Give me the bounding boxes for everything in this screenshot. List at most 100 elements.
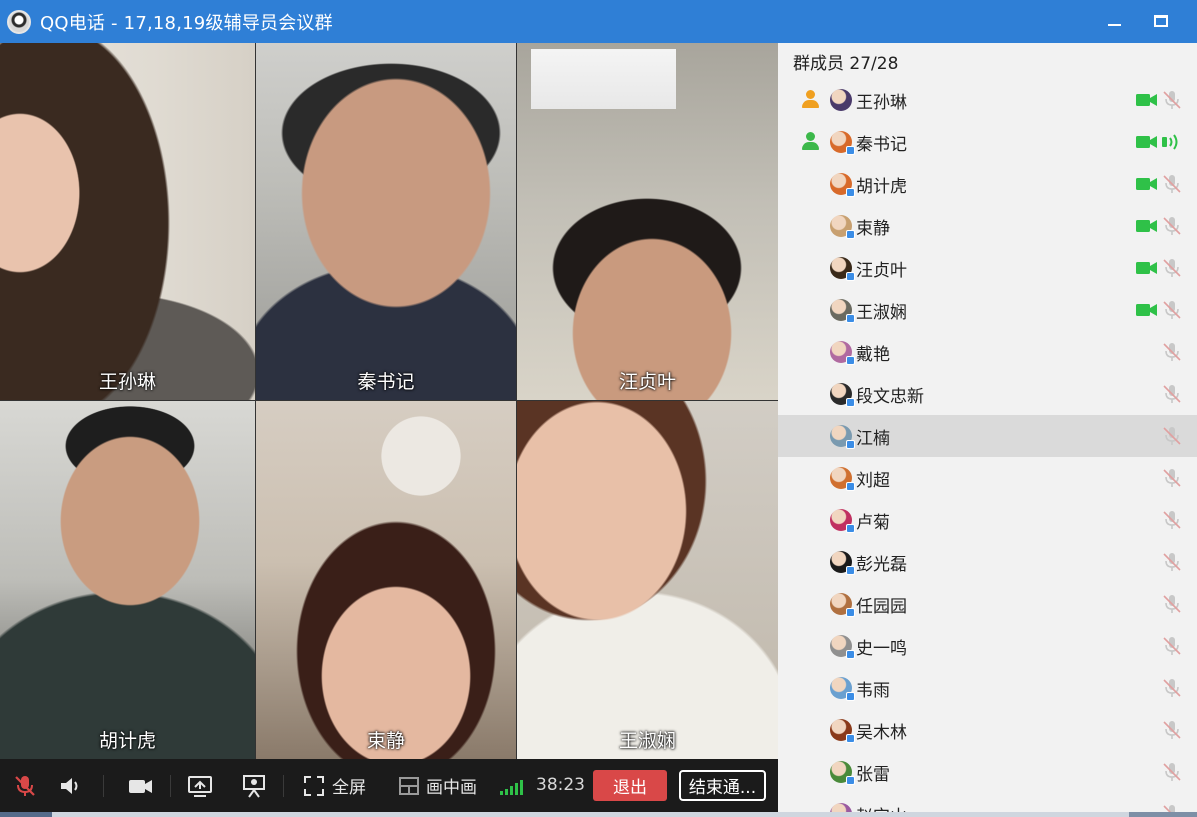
- toolbar-divider: [170, 775, 171, 797]
- avatar: [830, 425, 855, 449]
- window-title: QQ电话 - 17,18,19级辅导员会议群: [40, 12, 333, 34]
- member-name: 戴艳: [856, 345, 890, 365]
- member-row[interactable]: 吴木林: [778, 709, 1197, 751]
- end-call-button[interactable]: 结束通...: [679, 770, 766, 801]
- member-name: 汪贞叶: [856, 261, 907, 281]
- video-tile[interactable]: 胡计虎: [0, 401, 255, 759]
- member-name: 束静: [856, 219, 890, 239]
- member-name: 张雷: [856, 765, 890, 785]
- member-count-title: 群成员 27/28: [793, 54, 899, 74]
- mic-muted-icon: [1163, 91, 1181, 109]
- device-badge-icon: [846, 398, 855, 407]
- mic-muted-icon: [1163, 553, 1181, 571]
- avatar: [830, 509, 855, 533]
- device-badge-icon: [846, 650, 855, 659]
- member-name: 王淑娴: [856, 303, 907, 323]
- member-name: 秦书记: [856, 135, 907, 155]
- video-feed-person: [517, 401, 778, 759]
- screen-share-button[interactable]: [187, 759, 213, 812]
- mic-muted-icon: [1163, 805, 1175, 812]
- minimize-icon: [1107, 24, 1121, 26]
- video-tile[interactable]: 秦书记: [256, 43, 516, 400]
- mic-muted-icon: [1163, 217, 1181, 235]
- fullscreen-button[interactable]: 全屏: [302, 759, 366, 812]
- member-row[interactable]: 江楠: [778, 415, 1197, 457]
- video-grid: 王孙琳 秦书记 汪贞叶 胡计虎 束静 王淑娴: [0, 43, 778, 759]
- member-row[interactable]: 束静: [778, 205, 1197, 247]
- taskbar-strip: [0, 812, 1197, 817]
- video-feed-person: [256, 401, 516, 759]
- avatar: [830, 803, 852, 812]
- presentation-button[interactable]: [241, 759, 267, 812]
- avatar: [830, 635, 855, 659]
- device-badge-icon: [846, 146, 855, 155]
- video-tile[interactable]: 汪贞叶: [517, 43, 778, 400]
- member-row[interactable]: 彭光磊: [778, 541, 1197, 583]
- call-toolbar: 全屏 画中画 38:23 退出 结束通...: [0, 759, 778, 812]
- speaker-button[interactable]: [57, 759, 83, 812]
- toolbar-divider: [103, 775, 104, 797]
- host-icon: [800, 131, 820, 151]
- avatar: [830, 131, 855, 155]
- video-participant-name: 王孙琳: [98, 371, 156, 393]
- member-row[interactable]: 王淑娴: [778, 289, 1197, 331]
- video-on-icon: [1136, 262, 1157, 274]
- video-tile[interactable]: 王孙琳: [0, 43, 255, 400]
- video-tile[interactable]: 束静: [256, 401, 516, 759]
- member-list[interactable]: 王孙琳秦书记胡计虎束静汪贞叶王淑娴戴艳段文忠新 江楠刘超卢菊 彭光磊 任园园 史一鸣 韦雨…: [778, 79, 1197, 812]
- member-row[interactable]: 赵宝山: [778, 793, 1197, 812]
- video-feed-person: [0, 43, 255, 400]
- member-row[interactable]: 戴艳: [778, 331, 1197, 373]
- avatar: [830, 299, 855, 323]
- device-badge-icon: [846, 692, 855, 701]
- mic-muted-icon: [1163, 301, 1181, 319]
- device-badge-icon: [846, 440, 855, 449]
- scrollbar-thumb[interactable]: [1129, 812, 1197, 817]
- member-row[interactable]: 任园园: [778, 583, 1197, 625]
- mic-muted-icon: [1163, 259, 1181, 277]
- mute-microphone-button[interactable]: [12, 759, 38, 812]
- video-feed-person: [0, 401, 255, 759]
- avatar: [830, 341, 855, 365]
- picture-in-picture-button[interactable]: 画中画: [398, 759, 477, 812]
- member-row[interactable]: 胡计虎: [778, 163, 1197, 205]
- title-bar: QQ电话 - 17,18,19级辅导员会议群: [0, 0, 1197, 43]
- member-row[interactable]: 卢菊: [778, 499, 1197, 541]
- mic-muted-icon: [1163, 175, 1181, 193]
- member-row[interactable]: 刘超: [778, 457, 1197, 499]
- avatar: [830, 215, 855, 239]
- exit-button[interactable]: 退出: [593, 770, 667, 801]
- avatar: [830, 719, 855, 743]
- video-participant-name: 王淑娴: [618, 730, 676, 752]
- member-name: 刘超: [856, 471, 890, 491]
- mic-muted-icon: [1163, 469, 1181, 487]
- member-row[interactable]: 王孙琳: [778, 79, 1197, 121]
- microphone-muted-icon: [15, 775, 35, 796]
- video-on-icon: [1136, 94, 1157, 106]
- member-row[interactable]: 汪贞叶: [778, 247, 1197, 289]
- mic-muted-icon: [1163, 343, 1181, 361]
- minimize-button[interactable]: [1100, 8, 1128, 34]
- call-timer: 38:23: [536, 775, 585, 795]
- member-row[interactable]: 史一鸣: [778, 625, 1197, 667]
- avatar: [830, 257, 855, 281]
- video-on-icon: [1136, 136, 1157, 148]
- camera-button[interactable]: [127, 759, 155, 812]
- mic-muted-icon: [1163, 511, 1181, 529]
- member-panel: 群成员 27/28 王孙琳秦书记胡计虎束静汪贞叶王淑娴戴艳段文忠新 江楠刘超卢菊彭…: [778, 43, 1197, 812]
- device-badge-icon: [846, 272, 855, 281]
- member-row[interactable]: 秦书记: [778, 121, 1197, 163]
- video-tile[interactable]: 王淑娴: [517, 401, 778, 759]
- video-participant-name: 秦书记: [357, 371, 415, 393]
- member-row[interactable]: 张雷: [778, 751, 1197, 793]
- fullscreen-label: 全屏: [332, 778, 366, 798]
- mic-muted-icon: [1163, 427, 1181, 445]
- qq-app-icon: [7, 9, 31, 34]
- member-row[interactable]: 段文忠新: [778, 373, 1197, 415]
- maximize-button[interactable]: [1147, 8, 1175, 34]
- avatar: [830, 467, 855, 491]
- device-badge-icon: [846, 608, 855, 617]
- member-row[interactable]: 韦雨: [778, 667, 1197, 709]
- video-feed-person: [256, 43, 516, 400]
- device-badge-icon: [846, 776, 855, 785]
